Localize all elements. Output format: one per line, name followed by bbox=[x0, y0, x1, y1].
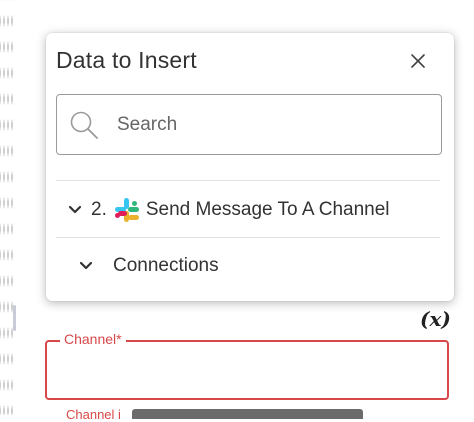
channel-label: Channel* bbox=[60, 331, 126, 347]
data-to-insert-popup: Data to Insert 2. Send Message To A Chan… bbox=[46, 33, 454, 301]
channel-field[interactable] bbox=[45, 340, 449, 400]
slack-icon bbox=[114, 198, 139, 222]
close-icon bbox=[411, 54, 425, 68]
tree-item-step-2[interactable]: 2. Send Message To A Channel bbox=[68, 197, 390, 223]
search-input[interactable] bbox=[115, 112, 419, 137]
divider bbox=[56, 237, 440, 238]
left-rail bbox=[0, 0, 14, 415]
tooltip bbox=[132, 409, 363, 419]
step-name: Send Message To A Channel bbox=[145, 199, 390, 220]
variable-toggle-button[interactable]: (x) bbox=[420, 307, 451, 331]
search-icon bbox=[70, 111, 98, 139]
step-number: 2. bbox=[91, 199, 107, 220]
popup-title: Data to Insert bbox=[56, 47, 197, 73]
tree-item-connections[interactable]: Connections bbox=[79, 255, 219, 277]
chevron-down-icon bbox=[68, 205, 82, 214]
search-box[interactable] bbox=[56, 94, 442, 155]
close-button[interactable] bbox=[406, 49, 430, 73]
chevron-down-icon bbox=[79, 261, 93, 270]
rail-indicator bbox=[13, 305, 16, 331]
connections-label: Connections bbox=[113, 255, 219, 276]
divider bbox=[56, 180, 440, 181]
